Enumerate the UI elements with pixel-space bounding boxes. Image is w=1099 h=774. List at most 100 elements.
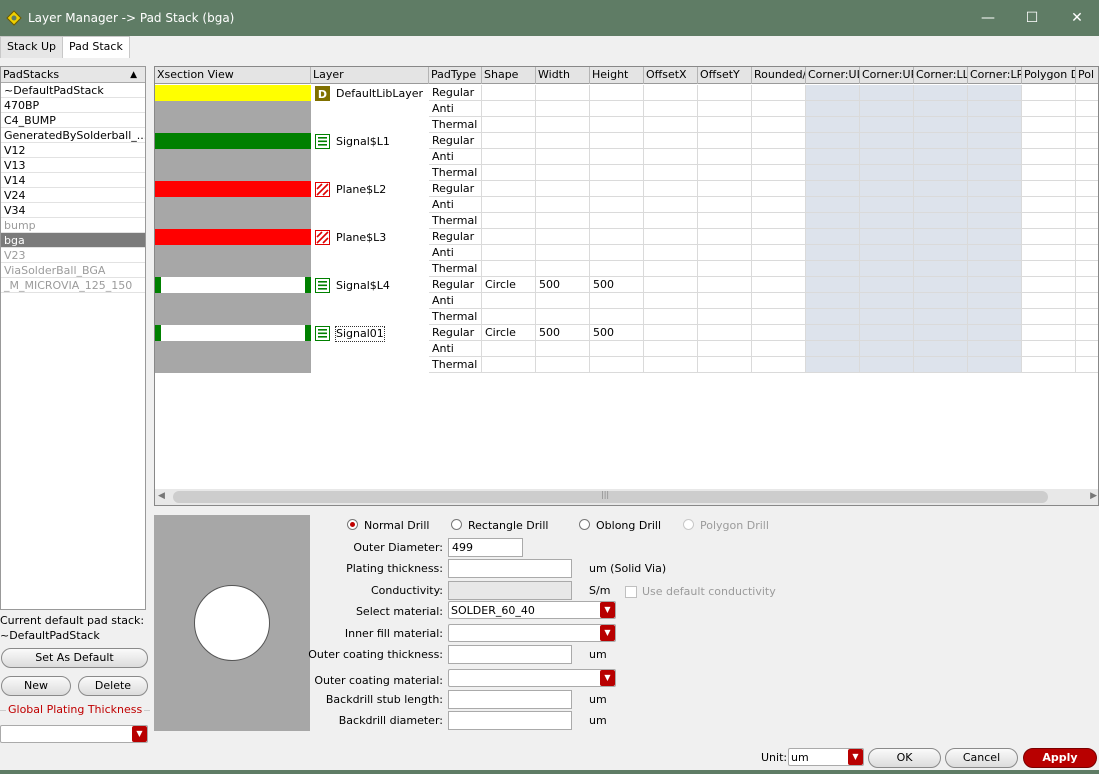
padtype-cell[interactable]: Thermal [429,165,482,181]
height-cell[interactable]: 500 [590,325,644,341]
width-cell[interactable] [536,213,590,229]
apply-button[interactable]: Apply [1023,748,1097,768]
normal-drill-radio[interactable]: Normal Drill [347,519,429,533]
grid-cell[interactable] [860,213,914,229]
grid-cell[interactable] [1076,197,1098,213]
padstack-list-item[interactable]: bump [1,218,145,233]
grid-cell[interactable] [1022,149,1076,165]
column-header[interactable]: Corner:UR [860,67,914,84]
grid-cell[interactable] [1076,229,1098,245]
height-cell[interactable] [590,261,644,277]
grid-cell[interactable] [1022,213,1076,229]
grid-cell[interactable] [968,277,1022,293]
width-cell[interactable] [536,293,590,309]
grid-cell[interactable] [752,229,806,245]
padtype-cell[interactable]: Thermal [429,213,482,229]
width-cell[interactable] [536,117,590,133]
grid-cell[interactable] [914,293,968,309]
width-cell[interactable] [536,165,590,181]
grid-cell[interactable] [806,261,860,277]
column-header[interactable]: Width [536,67,590,84]
width-cell[interactable] [536,309,590,325]
width-cell[interactable]: 500 [536,277,590,293]
grid-cell[interactable] [1076,293,1098,309]
grid-cell[interactable] [806,165,860,181]
grid-cell[interactable] [698,197,752,213]
column-header[interactable]: Xsection View [155,67,311,84]
height-cell[interactable] [590,181,644,197]
grid-cell[interactable] [1076,85,1098,101]
padstack-list-item[interactable]: GeneratedBySolderball_... [1,128,145,143]
padtype-cell[interactable]: Regular [429,181,482,197]
grid-cell[interactable] [914,181,968,197]
width-cell[interactable] [536,85,590,101]
column-header[interactable]: PadType [429,67,482,84]
grid-cell[interactable] [1022,229,1076,245]
grid-cell[interactable] [1022,325,1076,341]
grid-cell[interactable] [1076,357,1098,373]
grid-cell[interactable] [860,229,914,245]
grid-cell[interactable] [644,101,698,117]
grid-cell[interactable] [698,101,752,117]
grid-cell[interactable] [752,341,806,357]
grid-cell[interactable] [914,341,968,357]
padtype-cell[interactable]: Anti [429,245,482,261]
column-header[interactable]: Shape [482,67,536,84]
grid-cell[interactable] [644,293,698,309]
width-cell[interactable] [536,101,590,117]
grid-cell[interactable] [968,149,1022,165]
grid-cell[interactable] [914,325,968,341]
padtype-cell[interactable]: Anti [429,341,482,357]
grid-cell[interactable] [968,197,1022,213]
padtype-cell[interactable]: Regular [429,325,482,341]
grid-cell[interactable] [752,309,806,325]
grid-cell[interactable] [752,245,806,261]
tab-stack-up[interactable]: Stack Up [0,36,63,58]
shape-cell[interactable] [482,133,536,149]
grid-cell[interactable] [644,165,698,181]
grid-cell[interactable] [968,133,1022,149]
tab-pad-stack[interactable]: Pad Stack [62,36,130,58]
backdrill-diameter-input[interactable] [448,711,572,730]
grid-cell[interactable] [644,341,698,357]
grid-cell[interactable] [752,117,806,133]
grid-cell[interactable] [968,357,1022,373]
grid-cell[interactable] [644,181,698,197]
grid-cell[interactable] [1022,261,1076,277]
grid-cell[interactable] [1022,309,1076,325]
grid-cell[interactable] [860,101,914,117]
grid-cell[interactable] [644,325,698,341]
grid-cell[interactable] [752,277,806,293]
padstack-list-item[interactable]: bga [1,233,145,248]
shape-cell[interactable] [482,341,536,357]
grid-cell[interactable] [914,117,968,133]
grid-cell[interactable] [1076,341,1098,357]
padtype-cell[interactable]: Anti [429,293,482,309]
minimize-button[interactable]: — [978,8,998,28]
grid-cell[interactable] [698,309,752,325]
grid-cell[interactable] [914,165,968,181]
grid-cell[interactable] [914,357,968,373]
padtype-cell[interactable]: Anti [429,149,482,165]
inner-fill-dropdown[interactable]: ▼ [448,624,616,642]
grid-cell[interactable] [914,229,968,245]
width-cell[interactable] [536,197,590,213]
select-material-dropdown[interactable]: SOLDER_60_40 ▼ [448,601,616,619]
height-cell[interactable] [590,133,644,149]
horizontal-scrollbar[interactable]: ◀ ||| ▶ [155,489,1098,505]
grid-cell[interactable] [1076,165,1098,181]
width-cell[interactable] [536,357,590,373]
cancel-button[interactable]: Cancel [945,748,1018,768]
height-cell[interactable] [590,101,644,117]
column-header[interactable]: OffsetX [644,67,698,84]
grid-cell[interactable] [752,165,806,181]
grid-cell[interactable] [914,261,968,277]
shape-cell[interactable] [482,213,536,229]
grid-cell[interactable] [914,85,968,101]
width-cell[interactable] [536,149,590,165]
grid-cell[interactable] [644,85,698,101]
grid-cell[interactable] [698,181,752,197]
grid-cell[interactable] [806,133,860,149]
grid-cell[interactable] [644,117,698,133]
grid-cell[interactable] [752,149,806,165]
